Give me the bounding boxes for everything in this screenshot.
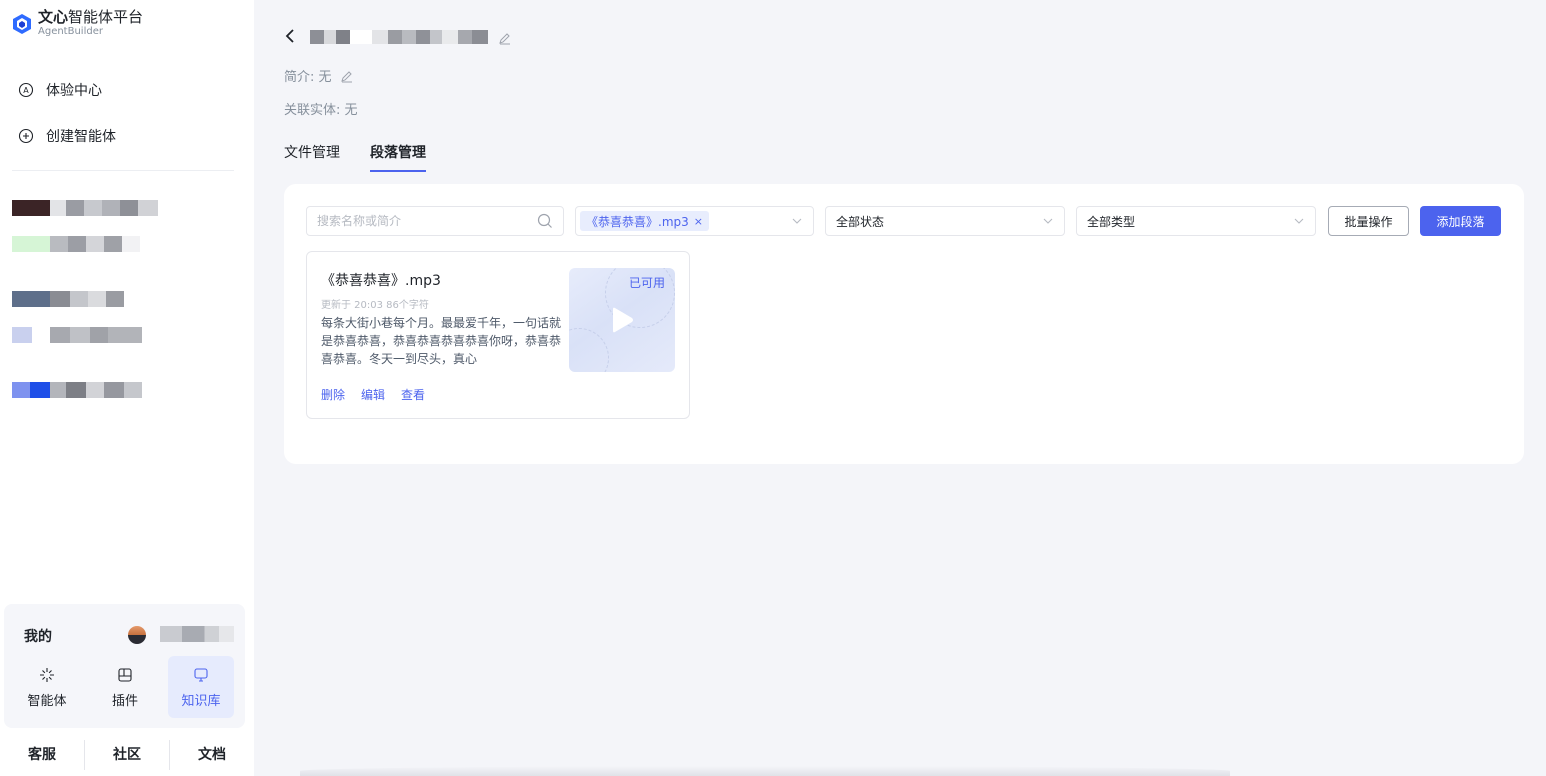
agent-list-item[interactable]	[12, 382, 142, 398]
tab-paragraph-management[interactable]: 段落管理	[370, 142, 426, 172]
edit-title-icon[interactable]	[498, 30, 512, 45]
play-icon[interactable]	[609, 306, 635, 334]
search-input[interactable]	[317, 214, 537, 228]
add-paragraph-button[interactable]: 添加段落	[1420, 206, 1501, 236]
intro-text: 简介: 无	[284, 70, 332, 85]
agent-list-item[interactable]	[12, 236, 140, 252]
agent-list-item[interactable]	[12, 291, 124, 307]
intro-row: 简介: 无	[284, 66, 354, 85]
card-title: 《恭喜恭喜》.mp3	[321, 273, 441, 289]
chevron-down-icon	[1294, 218, 1304, 224]
sparkle-icon	[38, 666, 56, 684]
footer-community-link[interactable]: 社区	[85, 740, 170, 770]
edit-link[interactable]: 编辑	[361, 386, 385, 403]
status-filter-value: 全部状态	[836, 214, 885, 229]
footer-docs-link[interactable]: 文档	[170, 740, 254, 770]
svg-text:A: A	[23, 86, 29, 95]
entity-text: 关联实体: 无	[284, 103, 358, 118]
card-description: 每条大街小巷每个月。最最爱千年，一句话就是恭喜恭喜，恭喜恭喜恭喜恭喜你呀，恭喜恭…	[321, 316, 562, 366]
logo-text: 文心智能体平台 AgentBuilder	[38, 10, 143, 37]
app-title: 文心智能体平台	[38, 10, 143, 25]
nav-create-label: 创建智能体	[46, 129, 116, 145]
plus-circle-icon	[18, 128, 34, 144]
type-filter-value: 全部类型	[1087, 214, 1136, 229]
decor-ring	[569, 328, 609, 372]
status-filter-select[interactable]: 全部状态	[825, 206, 1065, 236]
footer-links: 客服 社区 文档	[0, 740, 254, 770]
app-title-bold: 文心	[38, 8, 69, 26]
app-title-rest: 智能体平台	[68, 8, 144, 26]
username-redacted	[160, 626, 234, 642]
card-meta: 更新于 20:03 86个字符	[321, 300, 429, 311]
monitor-icon	[192, 666, 210, 684]
back-button[interactable]	[284, 26, 300, 46]
sidebar: 文心智能体平台 AgentBuilder A 体验中心 创建智能体 我的 智能体…	[0, 0, 254, 776]
tab-file-management[interactable]: 文件管理	[284, 142, 340, 172]
entity-row: 关联实体: 无	[284, 99, 358, 118]
tag-close-icon[interactable]: ×	[694, 215, 703, 228]
my-tab-agents[interactable]: 智能体	[14, 656, 80, 718]
footer-support-link[interactable]: 客服	[0, 740, 85, 770]
audio-thumbnail[interactable]: 已可用	[569, 268, 675, 372]
logo-icon	[13, 13, 31, 34]
nav-create-agent[interactable]: 创建智能体	[18, 126, 116, 146]
batch-operation-button[interactable]: 批量操作	[1328, 206, 1409, 236]
agent-list-item[interactable]	[12, 327, 142, 343]
nav-experience-center[interactable]: A 体验中心	[18, 80, 102, 100]
knowledge-base-title-redacted	[310, 30, 512, 45]
agent-list-item[interactable]	[12, 200, 158, 216]
type-filter-select[interactable]: 全部类型	[1076, 206, 1316, 236]
paragraph-card[interactable]: 《恭喜恭喜》.mp3 更新于 20:03 86个字符 每条大街小巷每个月。最最爱…	[306, 251, 690, 419]
my-panel: 我的 智能体 插件 知识库	[4, 604, 245, 728]
file-filter-select[interactable]: 《恭喜恭喜》.mp3 ×	[575, 206, 814, 236]
my-tab-knowledge-label: 知识库	[181, 693, 221, 709]
avatar[interactable]	[128, 626, 146, 644]
tab-bar: 文件管理 段落管理	[284, 142, 456, 172]
my-tab-plugins-label: 插件	[111, 693, 138, 709]
chevron-left-icon	[285, 29, 294, 43]
paragraph-panel: 《恭喜恭喜》.mp3 × 全部状态 全部类型 批量操作 添加段落 《恭喜恭喜》.…	[284, 184, 1524, 464]
agent-circle-icon: A	[18, 82, 34, 98]
app-subtitle: AgentBuilder	[38, 26, 103, 37]
view-link[interactable]: 查看	[401, 386, 425, 403]
delete-link[interactable]: 删除	[321, 386, 345, 403]
chevron-down-icon	[1043, 218, 1053, 224]
plugin-icon	[116, 666, 134, 684]
nav-experience-label: 体验中心	[46, 83, 102, 99]
search-box[interactable]	[306, 206, 564, 236]
file-filter-tag-label: 《恭喜恭喜》.mp3	[586, 214, 689, 229]
edit-intro-icon[interactable]	[340, 69, 354, 83]
app-logo[interactable]: 文心智能体平台 AgentBuilder	[12, 10, 143, 37]
card-actions: 删除 编辑 查看	[321, 386, 441, 403]
chevron-down-icon	[792, 218, 802, 224]
status-badge: 已可用	[628, 276, 665, 290]
bottom-shadow	[300, 766, 1230, 776]
my-tab-knowledge[interactable]: 知识库	[168, 656, 234, 718]
my-tab-agents-label: 智能体	[27, 693, 67, 709]
divider	[12, 170, 234, 171]
search-icon[interactable]	[537, 213, 553, 229]
my-title: 我的	[24, 629, 52, 645]
my-tab-plugins[interactable]: 插件	[92, 656, 158, 718]
file-filter-tag: 《恭喜恭喜》.mp3 ×	[580, 211, 709, 231]
